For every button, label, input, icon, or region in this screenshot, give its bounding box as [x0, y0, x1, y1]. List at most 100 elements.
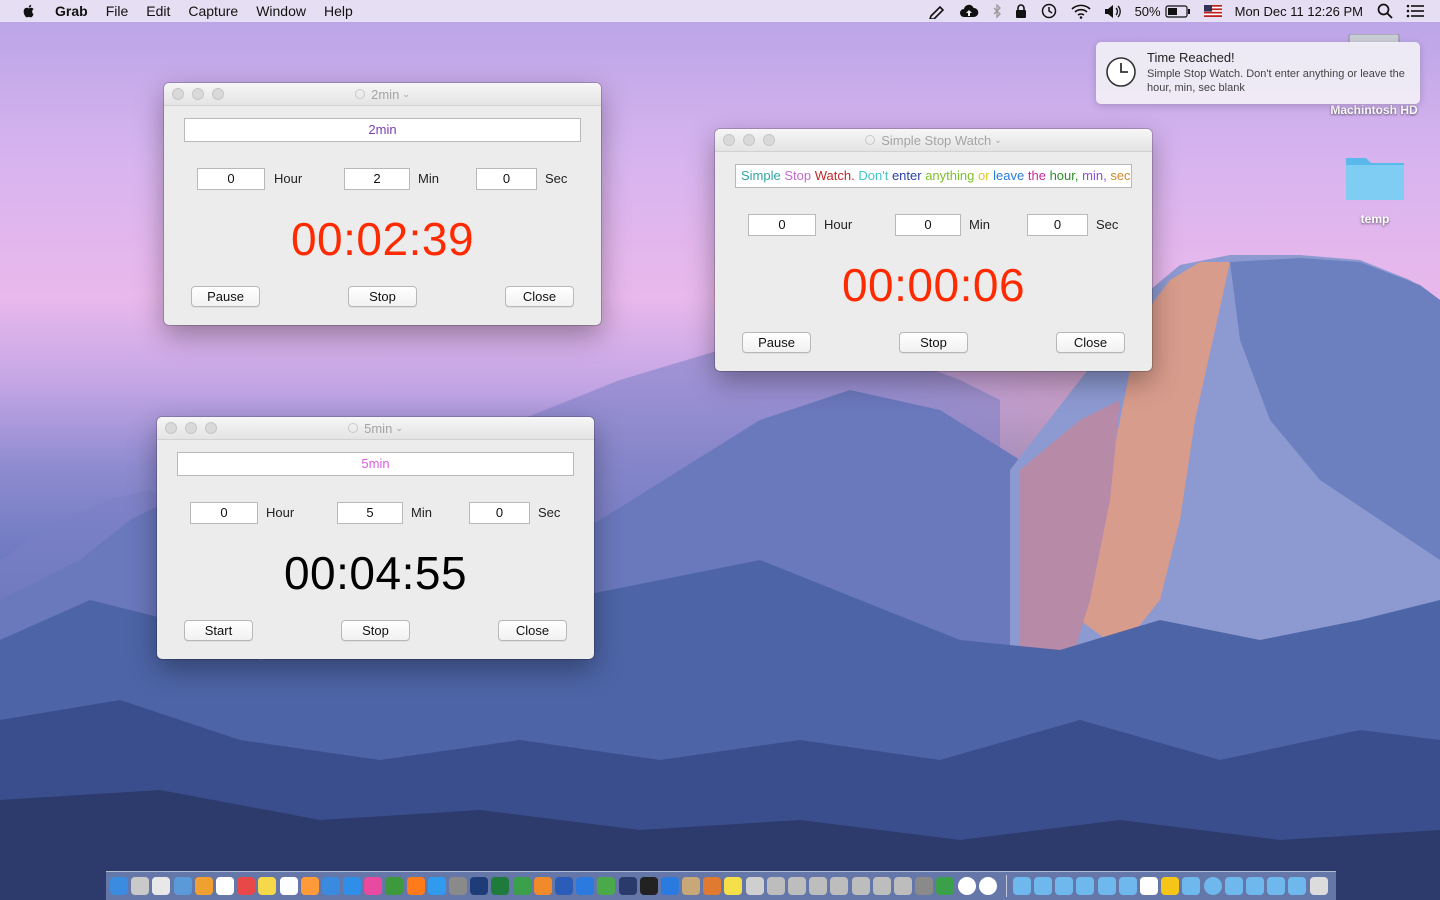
dock-misc-icon[interactable] [682, 877, 701, 895]
window-titlebar[interactable]: Simple Stop Watch ⌄ [715, 129, 1152, 152]
menu-capture[interactable]: Capture [188, 3, 238, 19]
volume-icon[interactable] [1104, 4, 1122, 19]
dock-folder-icon[interactable] [1012, 877, 1031, 895]
temp-folder-icon[interactable]: temp [1340, 150, 1410, 226]
menu-edit[interactable]: Edit [146, 3, 170, 19]
dock-photoshop-icon[interactable] [470, 877, 489, 895]
dock-stickies-icon[interactable] [724, 877, 743, 895]
dock-calendar-icon[interactable] [215, 877, 234, 895]
apple-icon[interactable] [21, 3, 37, 19]
pen-icon[interactable] [928, 3, 946, 19]
zoom-window-button[interactable] [212, 88, 224, 100]
close-window-button[interactable] [723, 134, 735, 146]
stopwatch-window-2min[interactable]: 2min ⌄ 2min 0 Hour 2 Min 0 Sec 00:02:39 … [164, 83, 601, 325]
dock-script-icon[interactable] [449, 877, 467, 895]
dock-folder4-icon[interactable] [1118, 877, 1137, 895]
minimize-window-button[interactable] [743, 134, 755, 146]
dock-photos-icon[interactable] [300, 877, 319, 895]
dock-home-icon[interactable] [1140, 877, 1158, 895]
zoom-window-button[interactable] [763, 134, 775, 146]
dock-users-icon[interactable] [1055, 877, 1074, 895]
menu-window[interactable]: Window [256, 3, 306, 19]
dock-norton-icon[interactable] [1161, 877, 1180, 895]
spotlight-search-icon[interactable] [1377, 3, 1393, 19]
dock-finder-icon[interactable] [110, 877, 128, 895]
dock-folder5-icon[interactable] [1267, 877, 1286, 895]
stop-button[interactable]: Stop [348, 286, 417, 307]
dock-folder2-icon[interactable] [1076, 877, 1095, 895]
close-button[interactable]: Close [498, 620, 567, 641]
dock-clock2-icon[interactable] [978, 877, 997, 895]
lock-icon[interactable] [1015, 3, 1027, 19]
hour-input[interactable]: 0 [190, 502, 258, 524]
window-titlebar[interactable]: 5min ⌄ [157, 417, 594, 440]
dock-mail-icon[interactable] [1034, 877, 1053, 895]
dock-folder6-icon[interactable] [1288, 877, 1307, 895]
dock-reminders-icon[interactable] [237, 877, 256, 895]
chevron-down-icon[interactable]: ⌄ [402, 89, 410, 100]
dock-finder2-icon[interactable] [660, 877, 679, 895]
chevron-down-icon[interactable]: ⌄ [395, 423, 403, 434]
start-button[interactable]: Start [184, 620, 253, 641]
chevron-down-icon[interactable]: ⌄ [994, 135, 1002, 146]
zoom-window-button[interactable] [205, 422, 217, 434]
stop-button[interactable]: Stop [341, 620, 410, 641]
min-input[interactable]: 0 [895, 214, 961, 236]
dock-finder3-icon[interactable] [1224, 877, 1243, 895]
close-button[interactable]: Close [505, 286, 574, 307]
dock-trash-icon[interactable] [1309, 877, 1328, 895]
pause-button[interactable]: Pause [191, 286, 260, 307]
dock-terminal-icon[interactable] [639, 877, 658, 895]
cloud-upload-icon[interactable] [959, 4, 979, 18]
sec-input[interactable]: 0 [476, 168, 537, 190]
menu-file[interactable]: File [106, 3, 129, 19]
stop-button[interactable]: Stop [899, 332, 968, 353]
menubar-clock[interactable]: Mon Dec 11 12:26 PM [1235, 4, 1363, 19]
dock-itunes-icon[interactable] [364, 877, 383, 895]
bluetooth-icon[interactable] [992, 3, 1002, 19]
stopwatch-window-5min[interactable]: 5min ⌄ 5min 0 Hour 5 Min 0 Sec 00:04:55 … [157, 417, 594, 659]
us-flag-icon[interactable] [1203, 5, 1222, 17]
dock-tools-icon[interactable] [1182, 877, 1201, 895]
dock-xcode-icon[interactable] [321, 877, 340, 895]
dock-installer2-icon[interactable] [766, 877, 785, 895]
dock-launchpad-icon[interactable] [131, 877, 150, 895]
dock-maps-icon[interactable] [597, 877, 616, 895]
dock-clock-icon[interactable] [957, 877, 976, 895]
dock-installer-icon[interactable] [745, 877, 764, 895]
dock-installer7-icon[interactable] [872, 877, 891, 895]
dock-chrome-icon[interactable] [385, 877, 404, 895]
minimize-window-button[interactable] [185, 422, 197, 434]
dock-safari-icon[interactable] [427, 877, 446, 895]
window-titlebar[interactable]: 2min ⌄ [164, 83, 601, 106]
dock-app-store-icon[interactable] [343, 877, 362, 895]
timer-name-input[interactable]: Simple Stop Watch. Don't enter anything … [735, 164, 1132, 188]
dock-archive-icon[interactable] [915, 877, 934, 895]
timer-name-input[interactable]: 2min [184, 118, 581, 142]
dock-installer4-icon[interactable] [809, 877, 828, 895]
dock-books-icon[interactable] [703, 877, 722, 895]
dock-excel-icon[interactable] [491, 877, 510, 895]
dock-mail-preview-icon[interactable] [173, 877, 192, 895]
dock-firefox-icon[interactable] [406, 877, 425, 895]
dock-pages-icon[interactable] [533, 877, 552, 895]
menu-help[interactable]: Help [324, 3, 353, 19]
battery-icon[interactable] [1165, 4, 1191, 18]
time-machine-icon[interactable] [1040, 3, 1058, 19]
notification-center-icon[interactable] [1406, 4, 1424, 18]
sec-input[interactable]: 0 [1027, 214, 1088, 236]
stopwatch-window-simple[interactable]: Simple Stop Watch ⌄ Simple Stop Watch. D… [715, 129, 1152, 371]
dock-textedit-icon[interactable] [279, 877, 298, 895]
dock-numbers-icon[interactable] [512, 877, 531, 895]
dock-installer6-icon[interactable] [851, 877, 870, 895]
timer-name-input[interactable]: 5min [177, 452, 574, 476]
hour-input[interactable]: 0 [197, 168, 265, 190]
dock-word-icon[interactable] [554, 877, 573, 895]
dock-installer3-icon[interactable] [788, 877, 806, 895]
dock-downloads-icon[interactable] [1245, 877, 1264, 895]
min-input[interactable]: 5 [337, 502, 403, 524]
time-reached-notification[interactable]: Time Reached! Simple Stop Watch. Don't e… [1096, 42, 1420, 104]
dock-contacts-icon[interactable] [194, 877, 213, 895]
dock-folder3-icon[interactable] [1097, 877, 1116, 895]
dock-x-app-icon[interactable] [1203, 877, 1222, 895]
